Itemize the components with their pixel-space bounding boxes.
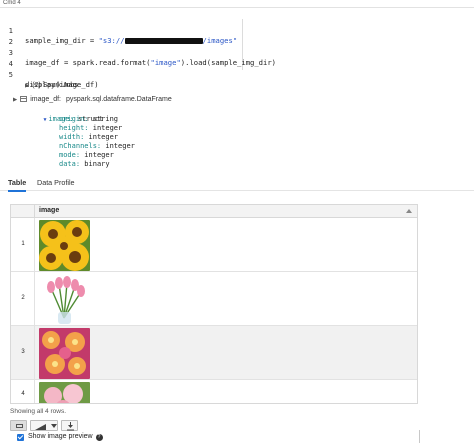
row-index: 3 <box>11 326 35 379</box>
code-text: sample_img_dir = <box>25 36 99 45</box>
schema-type: integer <box>84 151 114 159</box>
caret-down-icon: ▼ <box>43 117 47 124</box>
pink-tulips-image[interactable] <box>39 274 90 325</box>
chart-view-button[interactable] <box>30 420 58 431</box>
roses-image[interactable] <box>39 382 90 403</box>
table-icon <box>16 424 23 428</box>
schema-type: integer <box>88 133 119 141</box>
show-image-preview-checkbox[interactable] <box>17 434 24 441</box>
sunflowers-image[interactable] <box>39 220 90 271</box>
table-row: 1 <box>11 218 417 272</box>
show-image-preview-label: Show image preview ? <box>28 433 103 441</box>
schema-field: nChannels: integer <box>59 142 135 151</box>
redacted-bucket-name <box>124 38 203 44</box>
output-tabs: Table Data Profile <box>0 175 474 192</box>
code-string: "s3:// <box>98 36 125 45</box>
code-line-2: 2 <box>0 27 17 46</box>
schema-type: string <box>92 115 119 123</box>
schema-key: nChannels: <box>59 142 102 150</box>
code-editor[interactable]: 1 sample_img_dir = "s3:///images" 2 3 im… <box>0 7 474 89</box>
schema-key: height: <box>59 124 89 132</box>
help-icon[interactable]: ? <box>95 434 103 441</box>
code-text: ).load(sample_img_dir) <box>180 58 276 67</box>
schema-key: data: <box>59 160 81 168</box>
schema-field: origin: string <box>59 115 118 124</box>
row-index: 2 <box>11 272 35 325</box>
schema-type: integer <box>92 124 123 132</box>
code-line-5: 5 display(image_df) <box>0 60 99 89</box>
table-row: 4 <box>11 380 417 403</box>
table-header: image <box>11 205 417 218</box>
caret-right-icon: ▶ <box>25 83 30 89</box>
code-line-3: 3 image_df = spark.read.format("image").… <box>0 38 276 67</box>
results-table: image 1 2 3 4 <box>10 204 418 404</box>
dataframe-header[interactable]: ▶ image_df: pyspark.sql.dataframe.DataFra… <box>13 95 172 105</box>
schema-field: width: integer <box>59 133 118 142</box>
sort-ascending-icon[interactable] <box>406 209 412 213</box>
caret-right-icon: ▶ <box>13 97 18 103</box>
dataframe-name: image_df: <box>30 96 61 103</box>
table-icon <box>20 96 28 102</box>
schema-type: integer <box>105 142 135 150</box>
download-icon <box>67 422 74 431</box>
dataframe-type: pyspark.sql.dataframe.DataFrame <box>65 96 172 103</box>
spark-jobs-label: (2) Spark Jobs <box>32 82 78 89</box>
code-line-1: 1 sample_img_dir = "s3:///images" <box>0 16 238 45</box>
code-string: "image" <box>150 58 181 67</box>
plumeria-flowers-image[interactable] <box>39 328 90 379</box>
cell-label: Cmd 4 <box>3 0 21 6</box>
download-button[interactable] <box>61 420 78 431</box>
row-count-status: Showing all 4 rows. <box>10 408 66 415</box>
code-line-4: 4 <box>0 49 17 68</box>
row-index: 4 <box>11 380 35 403</box>
column-header-image[interactable]: image <box>39 207 59 214</box>
table-row: 3 <box>11 326 417 380</box>
spark-jobs-toggle[interactable]: ▶ (2) Spark Jobs <box>25 81 78 91</box>
tab-data-profile[interactable]: Data Profile <box>37 178 75 187</box>
tab-table[interactable]: Table <box>8 178 27 192</box>
row-index: 1 <box>11 218 35 271</box>
schema-field: height: integer <box>59 124 122 133</box>
code-text: image_df = spark.read.format( <box>25 58 151 67</box>
code-string: /images" <box>202 36 238 45</box>
table-row: 2 <box>11 272 417 326</box>
schema-field: data: binary <box>59 160 110 169</box>
schema-key: mode: <box>59 151 81 159</box>
schema-key: origin: <box>59 115 89 123</box>
schema-key: width: <box>59 133 85 141</box>
divider <box>419 430 420 443</box>
chevron-down-icon <box>51 424 57 428</box>
line-number: 5 <box>8 70 13 79</box>
schema-field: mode: integer <box>59 151 114 160</box>
schema-type: binary <box>84 160 110 168</box>
chart-icon <box>35 424 46 430</box>
index-header <box>11 205 35 218</box>
table-view-button[interactable] <box>10 420 27 431</box>
